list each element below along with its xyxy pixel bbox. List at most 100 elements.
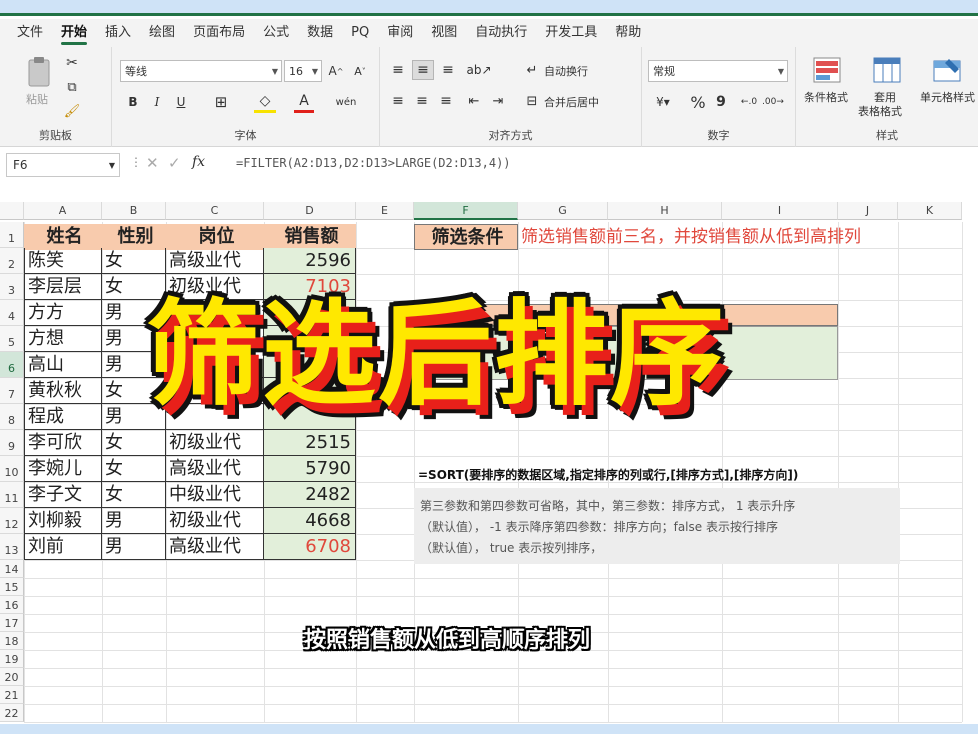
merge-center-icon[interactable]: ⊟ (522, 91, 542, 111)
align-right-icon[interactable]: ≡ (436, 91, 456, 111)
tab-view[interactable]: 视图 (422, 19, 466, 47)
header-sales[interactable]: 销售额 (264, 224, 356, 250)
format-as-table-icon[interactable] (872, 55, 902, 85)
filter-criteria-label[interactable]: 筛选条件 (414, 224, 518, 250)
col-header-a[interactable]: A (24, 202, 102, 220)
col-header-h[interactable]: H (608, 202, 722, 220)
cell-name[interactable]: 李子文 (24, 482, 102, 508)
copy-icon[interactable]: ⧉ (62, 77, 82, 97)
middle-align-icon[interactable]: ≡ (412, 60, 434, 80)
increase-indent-icon[interactable]: ⇥ (488, 91, 508, 111)
tab-file[interactable]: 文件 (8, 19, 52, 47)
cell-role[interactable]: 中级业代 (166, 482, 264, 508)
row-header-9[interactable]: 9 (0, 430, 24, 456)
border-icon[interactable]: ⊞ (210, 91, 232, 113)
underline-button[interactable]: U (172, 91, 190, 113)
col-header-d[interactable]: D (264, 202, 356, 220)
italic-button[interactable]: I (148, 91, 166, 113)
cell-gender[interactable]: 女 (102, 430, 166, 456)
merge-center-button[interactable]: 合并后居中 (544, 94, 599, 110)
grow-font-button[interactable]: A ^ (326, 60, 346, 82)
currency-icon[interactable]: ¥▾ (650, 91, 676, 113)
tab-insert[interactable]: 插入 (96, 19, 140, 47)
row-header-6[interactable]: 6 (0, 352, 24, 378)
col-header-e[interactable]: E (356, 202, 414, 220)
cut-icon[interactable]: ✂ (62, 53, 82, 73)
phonetic-icon[interactable]: wén (334, 91, 358, 113)
insert-function-button[interactable]: fx (192, 154, 205, 170)
row-header-5[interactable]: 5 (0, 326, 24, 352)
cancel-icon[interactable]: ✕ (146, 154, 159, 172)
cell-gender[interactable]: 女 (102, 482, 166, 508)
cell-name[interactable]: 陈笑 (24, 248, 102, 274)
cell-sales[interactable]: 2482 (264, 482, 356, 508)
filter-criteria-description[interactable]: 筛选销售额前三名，并按销售额从低到高排列 (518, 224, 888, 250)
decrease-indent-icon[interactable]: ⇤ (464, 91, 484, 111)
row-header-13[interactable]: 13 (0, 534, 24, 560)
cell-gender[interactable]: 男 (102, 534, 166, 560)
number-format-select[interactable]: 常规 ▼ (648, 60, 788, 82)
confirm-icon[interactable]: ✓ (168, 154, 181, 172)
top-align-icon[interactable]: ≡ (388, 60, 408, 80)
col-header-g[interactable]: G (518, 202, 608, 220)
conditional-format-button[interactable]: 条件格式 (804, 89, 848, 105)
row-header-12[interactable]: 12 (0, 508, 24, 534)
row-header-7[interactable]: 7 (0, 378, 24, 404)
col-header-i[interactable]: I (722, 202, 838, 220)
cell-name[interactable]: 黄秋秋 (24, 378, 102, 404)
format-painter-icon[interactable]: 🖌 (62, 101, 82, 121)
cell-sales[interactable]: 2596 (264, 248, 356, 274)
row-header-2[interactable]: 2 (0, 248, 24, 274)
wrap-text-button[interactable]: 自动换行 (544, 63, 588, 79)
cell-gender[interactable]: 女 (102, 248, 166, 274)
cell-role[interactable]: 高级业代 (166, 456, 264, 482)
tab-review[interactable]: 审阅 (378, 19, 422, 47)
fill-color-icon[interactable]: ◇ (254, 91, 276, 113)
row-header-18[interactable]: 18 (0, 632, 24, 650)
cell-name[interactable]: 刘前 (24, 534, 102, 560)
tab-draw[interactable]: 绘图 (140, 19, 184, 47)
cell-styles-icon[interactable] (932, 55, 962, 85)
row-header-11[interactable]: 11 (0, 482, 24, 508)
header-role[interactable]: 岗位 (166, 224, 264, 250)
font-color-icon[interactable]: A (294, 91, 314, 113)
col-header-j[interactable]: J (838, 202, 898, 220)
tab-developer[interactable]: 开发工具 (536, 19, 606, 47)
increase-decimal-icon[interactable]: ←.0 (738, 91, 760, 113)
tab-data[interactable]: 数据 (298, 19, 342, 47)
shrink-font-button[interactable]: A ˅ (350, 60, 370, 82)
bottom-align-icon[interactable]: ≡ (438, 60, 458, 80)
formula-input[interactable]: =FILTER(A2:D13,D2:D13>LARGE(D2:D13,4)) (236, 156, 511, 170)
row-header-21[interactable]: 21 (0, 686, 24, 704)
row-header-10[interactable]: 10 (0, 456, 24, 482)
paste-label[interactable]: 粘贴 (26, 91, 48, 107)
row-header-3[interactable]: 3 (0, 274, 24, 300)
conditional-format-icon[interactable] (812, 55, 842, 85)
row-header-14[interactable]: 14 (0, 560, 24, 578)
paste-icon[interactable] (22, 55, 56, 89)
orientation-icon[interactable]: ab↗ (466, 60, 492, 80)
font-size-select[interactable]: 16 ▼ (284, 60, 322, 82)
cell-name[interactable]: 李层层 (24, 274, 102, 300)
cell-role[interactable]: 初级业代 (166, 508, 264, 534)
tab-formulas[interactable]: 公式 (254, 19, 298, 47)
row-header-17[interactable]: 17 (0, 614, 24, 632)
cell-name[interactable]: 方想 (24, 326, 102, 352)
cell-role[interactable]: 高级业代 (166, 534, 264, 560)
row-header-16[interactable]: 16 (0, 596, 24, 614)
row-header-19[interactable]: 19 (0, 650, 24, 668)
wrap-text-icon[interactable]: ↵ (522, 60, 542, 80)
format-as-table-label-2[interactable]: 表格格式 (858, 103, 902, 119)
cell-name[interactable]: 高山 (24, 352, 102, 378)
cell-sales[interactable]: 4668 (264, 508, 356, 534)
row-header-8[interactable]: 8 (0, 404, 24, 430)
cell-name[interactable]: 程成 (24, 404, 102, 430)
tab-automate[interactable]: 自动执行 (466, 19, 536, 47)
percent-button[interactable]: % (688, 91, 708, 113)
cell-gender[interactable]: 女 (102, 456, 166, 482)
align-left-icon[interactable]: ≡ (388, 91, 408, 111)
cell-name[interactable]: 刘柳毅 (24, 508, 102, 534)
cell-name[interactable]: 李婉儿 (24, 456, 102, 482)
header-name[interactable]: 姓名 (24, 224, 102, 250)
tab-home[interactable]: 开始 (52, 19, 96, 47)
